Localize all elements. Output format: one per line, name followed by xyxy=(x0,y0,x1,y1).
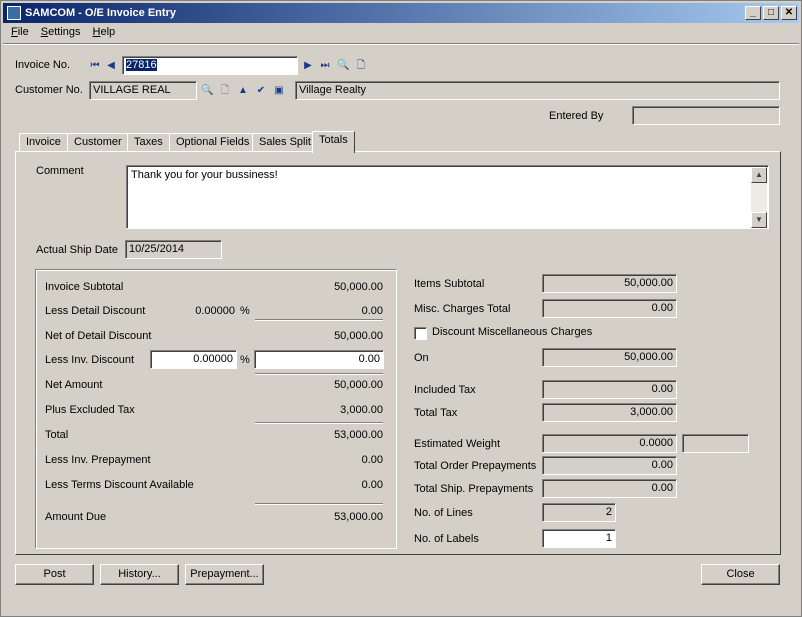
check-credit-icon[interactable]: ✔ xyxy=(255,85,267,97)
invoice-subtotal-value: 50,000.00 xyxy=(334,281,383,293)
history-button[interactable]: History... xyxy=(100,564,179,585)
customer-no-field[interactable]: VILLAGE REAL xyxy=(89,81,197,100)
subtotal-rule-2 xyxy=(255,373,383,375)
title-bar: SAMCOM - O/E Invoice Entry _ □ ✕ xyxy=(3,3,799,23)
misc-charges-field: 0.00 xyxy=(542,299,677,318)
last-record-icon[interactable]: ⏭ xyxy=(319,60,331,72)
detail-discount-pct-symbol: % xyxy=(240,305,250,317)
included-tax-field: 0.00 xyxy=(542,380,677,399)
detail-discount-pct: 0.00000 xyxy=(195,305,235,317)
customer-finder-icon[interactable]: 🔍 xyxy=(201,85,213,97)
net-detail-discount-value: 50,000.00 xyxy=(334,330,383,342)
ship-date-label: Actual Ship Date xyxy=(36,244,118,256)
tab-invoice[interactable]: Invoice xyxy=(19,133,68,152)
entered-by-label: Entered By xyxy=(549,110,604,122)
total-order-prepay-field: 0.00 xyxy=(542,456,677,475)
total-ship-prepay-label: Total Ship. Prepayments xyxy=(414,483,534,495)
total-ship-prepay-field: 0.00 xyxy=(542,479,677,498)
total-value: 53,000.00 xyxy=(334,429,383,441)
subtotal-rule-3 xyxy=(255,422,383,424)
inv-discount-pct-symbol: % xyxy=(240,354,250,366)
app-icon xyxy=(7,6,21,20)
tab-customer[interactable]: Customer xyxy=(67,133,129,152)
first-record-icon[interactable]: ⏮ xyxy=(89,60,101,72)
prepayment-button[interactable]: Prepayment... xyxy=(185,564,264,585)
net-amount-label: Net Amount xyxy=(45,379,103,391)
menu-file[interactable]: File xyxy=(7,24,33,42)
tab-taxes[interactable]: Taxes xyxy=(127,133,170,152)
comment-label: Comment xyxy=(36,165,84,177)
total-tax-field: 3,000.00 xyxy=(542,403,677,422)
maximize-button[interactable]: □ xyxy=(763,6,779,20)
post-button[interactable]: Post xyxy=(15,564,94,585)
num-labels-input[interactable]: 1 xyxy=(542,529,616,548)
tab-sales-split[interactable]: Sales Split xyxy=(252,133,318,152)
num-lines-field: 2 xyxy=(542,503,616,522)
items-subtotal-field: 50,000.00 xyxy=(542,274,677,293)
less-inv-prepayment-label: Less Inv. Prepayment xyxy=(45,454,151,466)
discount-misc-checkbox[interactable] xyxy=(414,327,427,340)
total-tax-label: Total Tax xyxy=(414,407,458,419)
close-window-button[interactable]: ✕ xyxy=(781,6,797,20)
estimated-weight-field: 0.0000 xyxy=(542,434,677,453)
tab-totals[interactable]: Totals xyxy=(312,131,355,153)
amount-due-value: 53,000.00 xyxy=(334,511,383,523)
num-lines-label: No. of Lines xyxy=(414,507,473,519)
menu-bar: File Settings Help xyxy=(3,24,119,42)
total-label: Total xyxy=(45,429,69,441)
less-inv-discount-label: Less Inv. Discount xyxy=(45,354,135,366)
zoom-up-icon[interactable]: ▲ xyxy=(237,85,249,97)
less-terms-discount-label: Less Terms Discount Available xyxy=(45,479,194,491)
amount-due-label: Amount Due xyxy=(45,511,107,523)
window-title: SAMCOM - O/E Invoice Entry xyxy=(25,7,176,19)
invoice-no-label: Invoice No. xyxy=(15,59,71,71)
customer-new-icon[interactable]: 🗋 xyxy=(219,85,231,97)
new-document-icon[interactable]: 🗋 xyxy=(355,60,367,72)
menu-settings[interactable]: Settings xyxy=(37,24,85,42)
misc-charges-label: Misc. Charges Total xyxy=(414,303,511,315)
less-terms-discount-value: 0.00 xyxy=(361,479,383,491)
items-subtotal-label: Items Subtotal xyxy=(414,278,485,290)
invoice-no-input[interactable]: 27816 xyxy=(122,56,298,75)
ship-date-field: 10/25/2014 xyxy=(125,240,222,259)
on-field: 50,000.00 xyxy=(542,348,677,367)
on-label: On xyxy=(414,352,429,364)
plus-excluded-tax-label: Plus Excluded Tax xyxy=(45,404,135,416)
comment-textarea[interactable]: Thank you for your bussiness! ▲ ▼ xyxy=(126,165,769,229)
estimated-weight-label: Estimated Weight xyxy=(414,438,501,450)
customer-name-field: Village Realty xyxy=(295,81,780,100)
comment-scrollbar[interactable]: ▲ ▼ xyxy=(751,167,767,228)
less-detail-discount-label: Less Detail Discount xyxy=(45,305,146,317)
minimize-button[interactable]: _ xyxy=(745,6,761,20)
customer-info-icon[interactable]: ▣ xyxy=(273,85,285,97)
inv-discount-pct-input[interactable]: 0.00000 xyxy=(150,350,237,369)
net-detail-discount-label: Net of Detail Discount xyxy=(45,330,152,342)
subtotal-rule-4 xyxy=(255,503,383,505)
included-tax-label: Included Tax xyxy=(414,384,476,396)
tab-optional-fields[interactable]: Optional Fields xyxy=(169,133,257,152)
next-record-icon[interactable]: ▶ xyxy=(302,60,314,72)
invoice-entry-window: SAMCOM - O/E Invoice Entry _ □ ✕ File Se… xyxy=(0,0,802,617)
net-amount-value: 50,000.00 xyxy=(334,379,383,391)
weight-unit-field xyxy=(682,434,749,453)
num-labels-label: No. of Labels xyxy=(414,533,479,545)
plus-excluded-tax-value: 3,000.00 xyxy=(340,404,383,416)
entered-by-field xyxy=(632,106,780,125)
less-inv-prepayment-value: 0.00 xyxy=(361,454,383,466)
invoice-subtotal-label: Invoice Subtotal xyxy=(45,281,124,293)
discount-misc-label: Discount Miscellaneous Charges xyxy=(432,326,593,338)
close-button[interactable]: Close xyxy=(701,564,780,585)
detail-discount-amount: 0.00 xyxy=(361,305,383,317)
menu-help[interactable]: Help xyxy=(89,24,120,42)
comment-text: Thank you for your bussiness! xyxy=(131,169,278,181)
finder-icon[interactable]: 🔍 xyxy=(337,60,349,72)
customer-no-label: Customer No. xyxy=(15,84,83,96)
scroll-up-icon[interactable]: ▲ xyxy=(751,167,767,183)
menu-separator xyxy=(3,43,799,45)
scroll-down-icon[interactable]: ▼ xyxy=(751,212,767,228)
subtotal-rule-1 xyxy=(255,319,383,321)
previous-record-icon[interactable]: ◀ xyxy=(105,60,117,72)
total-order-prepay-label: Total Order Prepayments xyxy=(414,460,537,472)
inv-discount-amount-input[interactable]: 0.00 xyxy=(254,350,384,369)
